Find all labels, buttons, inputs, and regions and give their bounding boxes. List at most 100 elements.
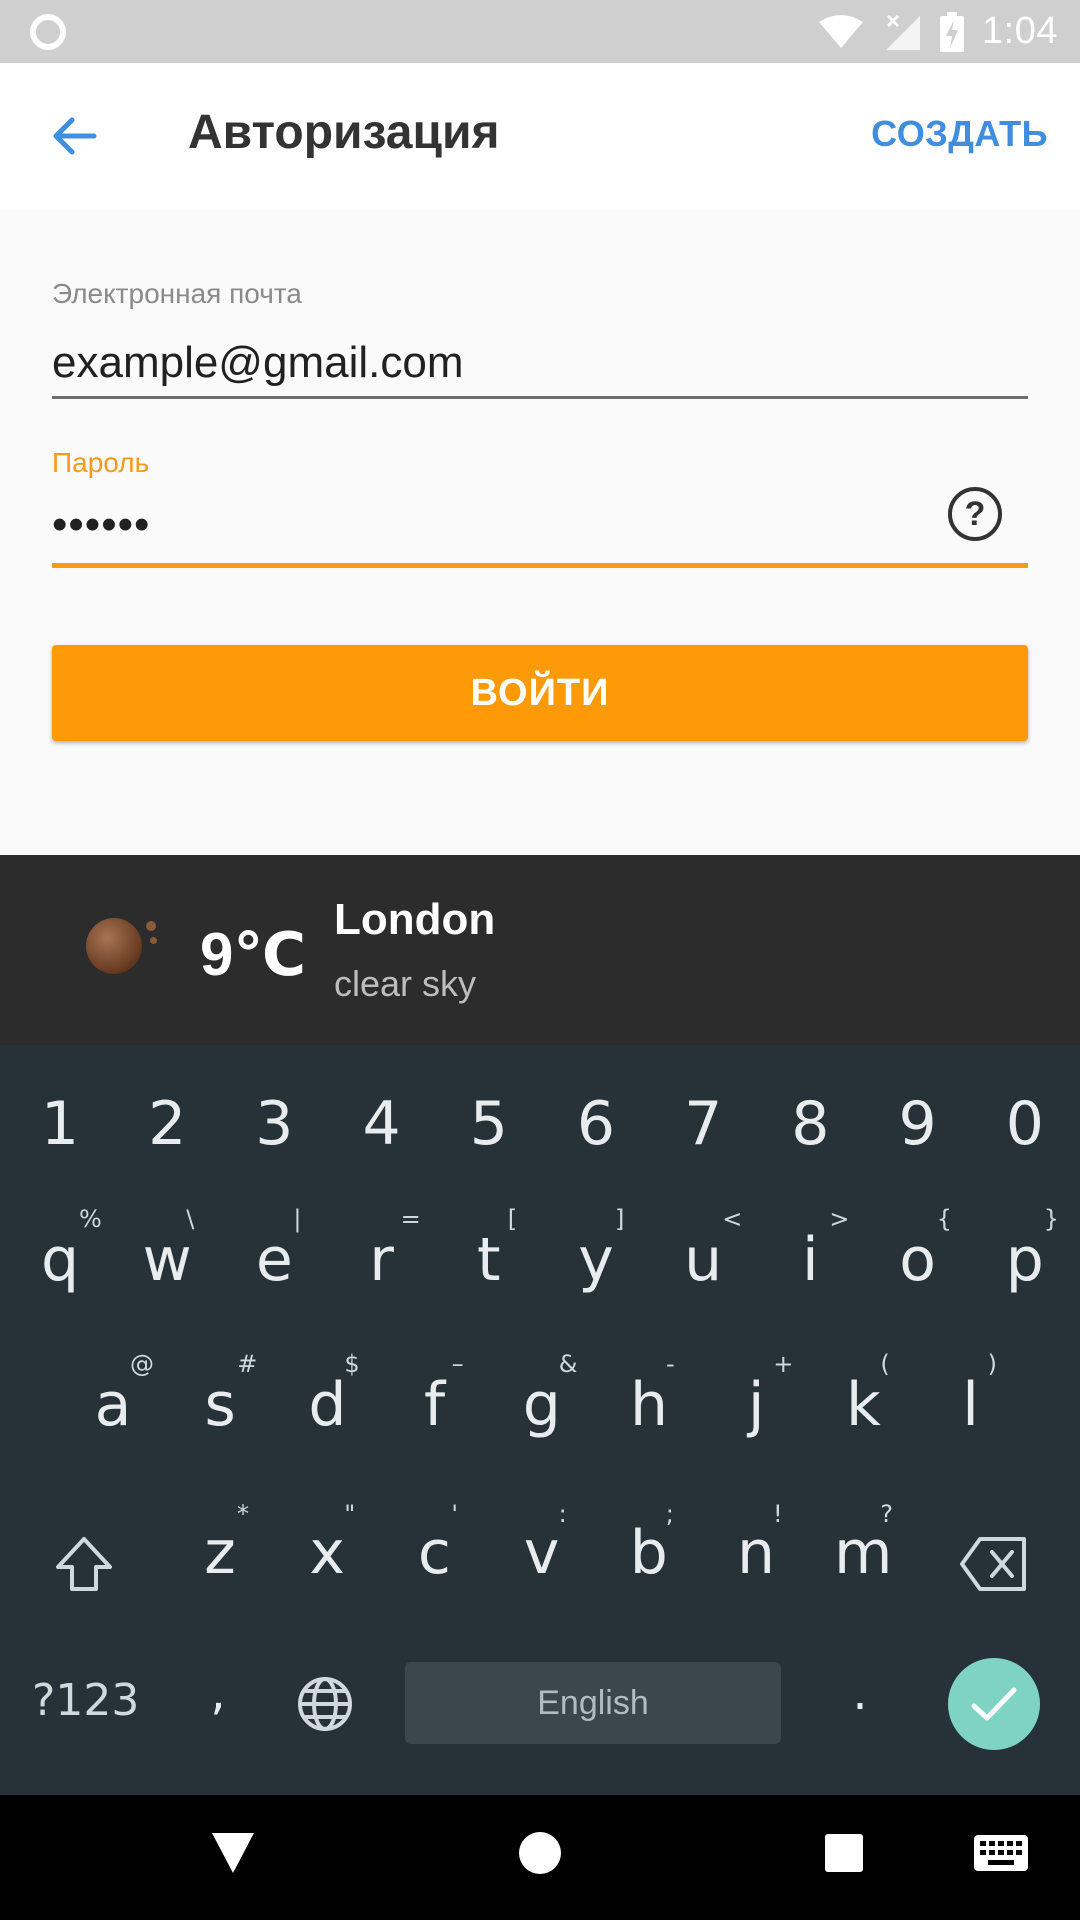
status-icons: 1:04 [818,0,1058,63]
battery-charging-icon [940,11,965,52]
weather-city: London [334,895,496,944]
letter-key[interactable]: n [709,1518,803,1588]
number-key[interactable]: 3 [227,1089,321,1159]
recents-nav-icon[interactable] [824,1833,864,1873]
navigation-bar [0,1795,1080,1920]
key-hint: % [79,1205,102,1233]
weather-icon-dot [146,921,156,931]
letter-key[interactable]: g [495,1370,589,1440]
key-hint: - [666,1350,675,1378]
number-key[interactable]: 5 [442,1089,536,1159]
enter-key[interactable] [948,1658,1040,1750]
key-hint: ! [773,1500,783,1528]
key-hint: ' [451,1500,458,1528]
keyboard: ?123 , English . 1 2 3 4 5 6 7 8 9 0 q% w \ e | r = t[y] u… [0,1045,1080,1795]
number-key[interactable]: 7 [656,1089,750,1159]
letter-key[interactable]: a [66,1370,160,1440]
key-hint: \ [186,1205,195,1233]
letter-key[interactable]: p [978,1225,1072,1295]
letter-key[interactable]: c [387,1518,481,1588]
status-bar: 1:04 [0,0,1080,63]
key-hint: : [558,1500,567,1528]
letter-key[interactable]: d [280,1370,374,1440]
letter-key[interactable]: z [173,1518,267,1588]
letter-key[interactable]: i [763,1225,857,1295]
symbols-key[interactable]: ?123 [32,1675,139,1726]
letter-key[interactable]: q [13,1225,107,1295]
keyboard-switch-icon[interactable] [974,1835,1028,1871]
notification-icon [30,14,66,50]
key-hint: ] [615,1205,625,1233]
weather-widget[interactable]: 9℃ London clear sky [0,855,1080,1045]
key-hint: > [829,1205,850,1233]
number-key[interactable]: 4 [335,1089,429,1159]
number-key[interactable]: 6 [549,1089,643,1159]
key-hint: = [400,1205,421,1233]
shift-icon[interactable] [52,1533,116,1597]
space-key[interactable]: English [405,1662,781,1744]
letter-key[interactable]: y [549,1225,643,1295]
key-hint: { [936,1205,952,1233]
key-hint: " [344,1500,356,1528]
email-label: Электронная почта [52,278,302,309]
letter-key[interactable]: u [656,1225,750,1295]
key-hint: ) [987,1350,997,1378]
letter-key[interactable]: r [335,1225,429,1295]
weather-icon-dot [150,937,157,944]
letter-key[interactable]: m [816,1518,910,1588]
number-key[interactable]: 8 [763,1089,857,1159]
create-button[interactable]: СОЗДАТЬ [871,113,1048,155]
home-nav-icon[interactable] [518,1831,562,1875]
key-hint: + [773,1350,794,1378]
letter-key[interactable]: v [495,1518,589,1588]
letter-key[interactable]: w [120,1225,214,1295]
weather-icon [86,918,142,974]
back-nav-icon[interactable] [210,1831,256,1875]
number-key[interactable]: 1 [13,1089,107,1159]
key-hint: – [451,1350,464,1378]
number-key[interactable]: 0 [978,1089,1072,1159]
key-hint: $ [344,1350,360,1378]
password-underline [52,563,1028,568]
weather-description: clear sky [334,963,477,1004]
letter-key[interactable]: x [280,1518,374,1588]
number-key[interactable]: 9 [871,1089,965,1159]
page-title: Авторизация [188,106,500,159]
comma-key[interactable]: , [198,1665,238,1721]
login-button[interactable]: ВОЙТИ [52,645,1028,741]
letter-key[interactable]: k [816,1370,910,1440]
period-key[interactable]: . [840,1665,880,1721]
letter-key[interactable]: j [709,1370,803,1440]
letter-key[interactable]: l [924,1370,1018,1440]
wifi-icon [819,14,864,48]
number-key[interactable]: 2 [120,1089,214,1159]
letter-key[interactable]: h [602,1370,696,1440]
backspace-icon[interactable] [958,1535,1030,1593]
password-label: Пароль [52,447,150,478]
key-hint: } [1043,1205,1060,1233]
key-hint: < [722,1205,743,1233]
key-hint: ( [880,1350,890,1378]
password-field[interactable]: •••••• [52,500,150,550]
letter-key[interactable]: f [388,1370,482,1440]
password-help-button[interactable]: ? [948,487,1002,541]
weather-temperature: 9℃ [200,921,307,988]
check-icon [971,1687,1017,1721]
login-form: Электронная почта example@gmail.com Паро… [0,210,1080,855]
letter-key[interactable]: b [602,1518,696,1588]
app-bar: Авторизация СОЗДАТЬ [0,63,1080,210]
key-hint: ; [665,1500,674,1528]
letter-key[interactable]: s [173,1370,267,1440]
key-hint: * [237,1500,249,1528]
key-hint: ? [880,1500,893,1528]
key-hint: & [558,1350,578,1378]
back-button[interactable] [40,108,108,164]
key-hint: [ [507,1205,518,1233]
help-icon: ? [964,494,986,533]
letter-key[interactable]: t [442,1225,536,1295]
globe-icon[interactable] [296,1675,354,1733]
email-field[interactable]: example@gmail.com [52,338,463,388]
letter-key[interactable]: o [871,1225,965,1295]
key-hint: @ [130,1350,154,1378]
letter-key[interactable]: e [227,1225,321,1295]
